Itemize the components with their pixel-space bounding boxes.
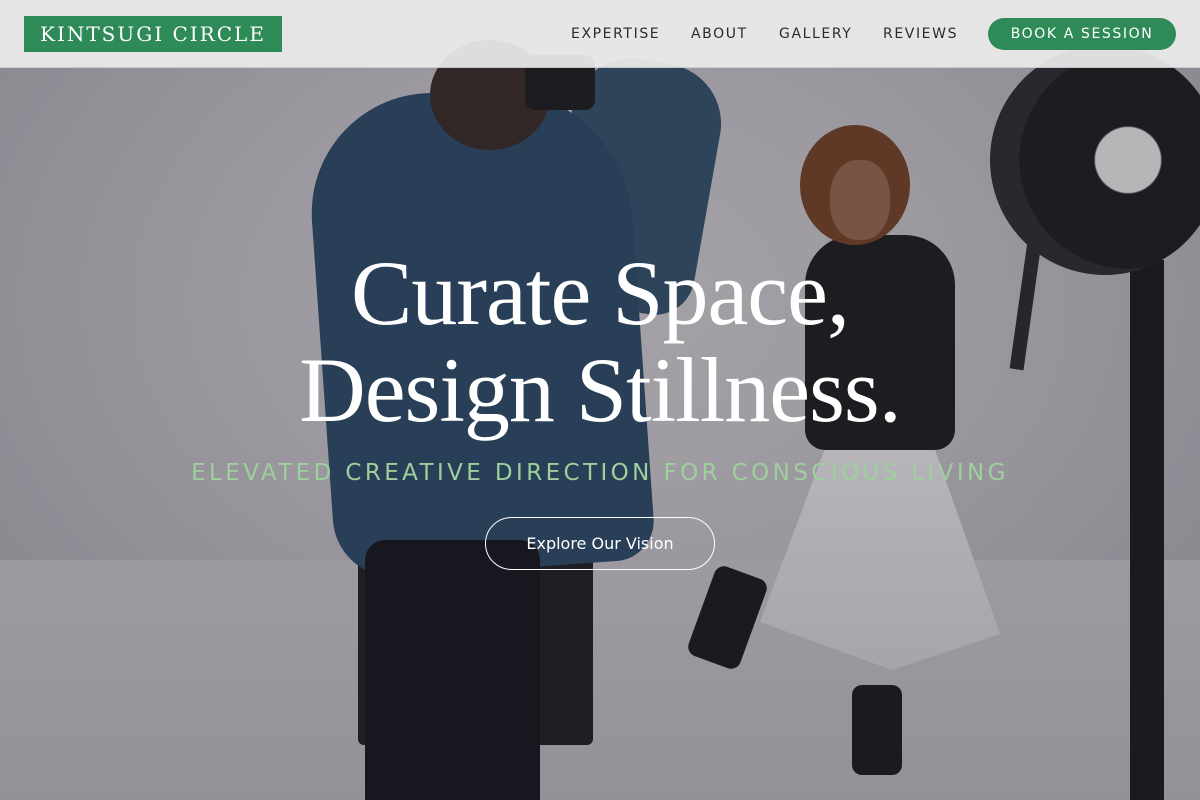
- hero-title-line-2: Design Stillness.: [299, 339, 901, 441]
- explore-vision-button[interactable]: Explore Our Vision: [485, 517, 715, 570]
- nav-link-expertise[interactable]: EXPERTISE: [571, 0, 660, 68]
- hero-subtitle: ELEVATED CREATIVE DIRECTION FOR CONSCIOU…: [191, 460, 1009, 486]
- site-header: KINTSUGI CIRCLE EXPERTISE ABOUT GALLERY …: [0, 0, 1200, 68]
- hero-title-line-1: Curate Space,: [351, 242, 850, 344]
- nav-link-gallery[interactable]: GALLERY: [779, 0, 852, 68]
- book-session-button[interactable]: BOOK A SESSION: [988, 18, 1176, 50]
- nav-link-about[interactable]: ABOUT: [691, 0, 748, 68]
- nav-link-reviews[interactable]: REVIEWS: [883, 0, 958, 68]
- site-logo[interactable]: KINTSUGI CIRCLE: [24, 16, 282, 52]
